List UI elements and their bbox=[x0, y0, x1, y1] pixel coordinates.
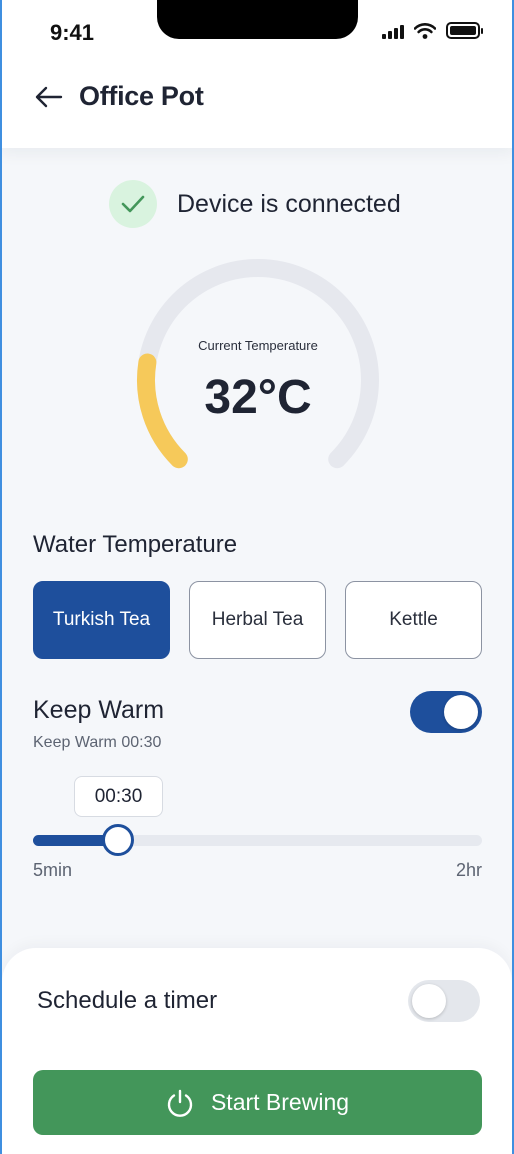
app-header: 9:41 Office Pot bbox=[0, 0, 514, 148]
back-button[interactable] bbox=[34, 82, 64, 112]
status-icons bbox=[382, 22, 483, 39]
keep-warm-title: Keep Warm bbox=[33, 696, 165, 724]
temperature-gauge: Current Temperature 32°C bbox=[136, 258, 380, 498]
start-brewing-label: Start Brewing bbox=[210, 1089, 350, 1115]
schedule-timer-label: Schedule a timer bbox=[37, 987, 218, 1014]
arrow-left-icon bbox=[35, 86, 63, 108]
slider-thumb[interactable] bbox=[102, 824, 135, 856]
toggle-knob bbox=[412, 984, 446, 1018]
power-icon bbox=[167, 1089, 193, 1117]
notch bbox=[157, 0, 358, 39]
keep-warm-slider[interactable] bbox=[33, 824, 482, 856]
option-herbal-tea[interactable]: Herbal Tea bbox=[189, 581, 326, 659]
gauge-label: Current Temperature bbox=[198, 338, 318, 353]
keep-warm-subtitle: Keep Warm 00:30 bbox=[33, 734, 162, 751]
schedule-timer-toggle[interactable] bbox=[408, 980, 480, 1022]
option-turkish-tea[interactable]: Turkish Tea bbox=[33, 581, 170, 659]
gauge-track bbox=[137, 259, 379, 469]
slider-max-label: 2hr bbox=[455, 860, 482, 880]
page-title: Office Pot bbox=[79, 81, 204, 111]
slider-min-label: 5min bbox=[33, 860, 73, 880]
check-icon bbox=[109, 180, 157, 228]
wifi-icon bbox=[414, 22, 436, 39]
cellular-signal-icon bbox=[382, 23, 404, 39]
keep-warm-toggle[interactable] bbox=[410, 691, 482, 733]
connection-text: Device is connected bbox=[177, 189, 401, 218]
current-temperature-value: 32°C bbox=[204, 371, 312, 424]
connection-status: Device is connected bbox=[109, 180, 401, 228]
battery-icon bbox=[446, 22, 483, 39]
water-temperature-title: Water Temperature bbox=[33, 531, 238, 558]
status-time: 9:41 bbox=[50, 20, 95, 45]
toggle-knob bbox=[444, 695, 478, 729]
start-brewing-button[interactable]: Start Brewing bbox=[33, 1070, 482, 1135]
option-kettle[interactable]: Kettle bbox=[345, 581, 482, 659]
water-temperature-options: Turkish Tea Herbal Tea Kettle bbox=[33, 581, 482, 659]
slider-value-tooltip: 00:30 bbox=[74, 776, 163, 817]
